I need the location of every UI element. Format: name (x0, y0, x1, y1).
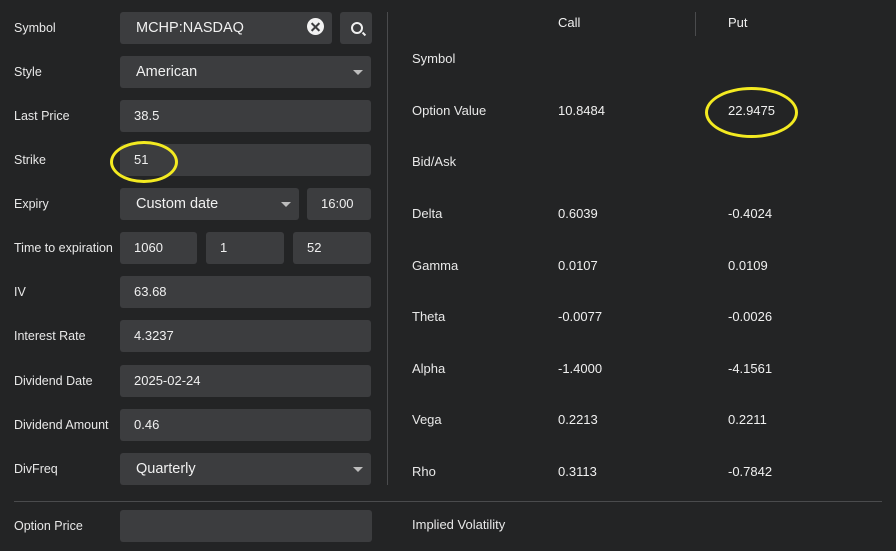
result-label-bid-ask: Bid/Ask (412, 154, 457, 169)
dividend-amount-row: Dividend Amount 0.46 (0, 409, 385, 441)
result-label-delta: Delta (412, 206, 443, 221)
vertical-divider (387, 12, 388, 485)
iv-input[interactable]: 63.68 (120, 276, 371, 308)
put-value-rho: -0.7842 (728, 464, 773, 479)
option-price-label: Option Price (14, 519, 83, 533)
result-label-symbol: Symbol (412, 51, 456, 66)
put-value-delta: -0.4024 (728, 206, 773, 221)
put-column-header: Put (728, 15, 748, 30)
expiry-time-input[interactable]: 16:00 (307, 188, 371, 220)
iv-row: IV 63.68 (0, 276, 385, 308)
horizontal-divider (14, 501, 882, 502)
call-value-option-value: 10.8484 (558, 103, 605, 118)
style-select[interactable]: American (120, 56, 371, 88)
iv-label: IV (14, 285, 26, 299)
interest-rate-label: Interest Rate (14, 329, 86, 343)
option-price-row: Option Price (0, 510, 385, 542)
clear-icon[interactable] (307, 18, 324, 35)
column-divider (695, 12, 696, 36)
expiry-value: Custom date (136, 196, 219, 212)
last-price-label: Last Price (14, 109, 70, 123)
put-value-vega: 0.2211 (728, 412, 767, 427)
dividend-date-input[interactable]: 2025-02-24 (120, 365, 371, 397)
expiry-label: Expiry (14, 197, 49, 211)
call-value-vega: 0.2213 (558, 412, 598, 427)
result-label-alpha: Alpha (412, 361, 446, 376)
call-value-delta: 0.6039 (558, 206, 598, 221)
result-label-rho: Rho (412, 464, 436, 479)
strike-label: Strike (14, 153, 46, 167)
div-freq-row: DivFreq Quarterly (0, 453, 385, 485)
dividend-amount-input[interactable]: 0.46 (120, 409, 371, 441)
minutes-input[interactable]: 52 (293, 232, 371, 264)
time-to-expiration-row: Time to expiration 1060 1 52 (0, 232, 385, 264)
last-price-input[interactable]: 38.5 (120, 100, 371, 132)
search-button[interactable] (340, 12, 372, 44)
last-price-row: Last Price 38.5 (0, 100, 385, 132)
symbol-input[interactable]: MCHP:NASDAQ (120, 12, 332, 44)
call-value-gamma: 0.0107 (558, 258, 598, 273)
style-value: American (136, 64, 198, 80)
strike-row: Strike 51 (0, 144, 385, 176)
call-value-rho: 0.3113 (558, 464, 597, 479)
call-column-header: Call (558, 15, 581, 30)
chevron-down-icon (353, 467, 363, 472)
expiry-select[interactable]: Custom date (120, 188, 299, 220)
call-value-alpha: -1.4000 (558, 361, 603, 376)
style-label: Style (14, 65, 42, 79)
result-label-theta: Theta (412, 309, 446, 324)
interest-rate-row: Interest Rate 4.3237 (0, 320, 385, 352)
symbol-label: Symbol (14, 21, 56, 35)
days-input[interactable]: 1060 (120, 232, 197, 264)
hours-input[interactable]: 1 (206, 232, 284, 264)
put-value-alpha: -4.1561 (728, 361, 773, 376)
option-price-input[interactable] (120, 510, 372, 542)
search-icon (351, 22, 363, 34)
result-label-option-value: Option Value (412, 103, 487, 118)
time-to-expiration-label: Time to expiration (14, 241, 113, 255)
dividend-amount-label: Dividend Amount (14, 418, 109, 432)
chevron-down-icon (281, 202, 291, 207)
div-freq-value: Quarterly (136, 461, 196, 477)
symbol-row: Symbol MCHP:NASDAQ (0, 12, 385, 44)
put-value-gamma: 0.0109 (728, 258, 768, 273)
call-value-theta: -0.0077 (558, 309, 603, 324)
dividend-date-label: Dividend Date (14, 374, 93, 388)
div-freq-select[interactable]: Quarterly (120, 453, 371, 485)
style-row: Style American (0, 56, 385, 88)
put-value-highlight-circle (705, 87, 798, 138)
result-label-vega: Vega (412, 412, 442, 427)
div-freq-label: DivFreq (14, 462, 58, 476)
chevron-down-icon (353, 70, 363, 75)
implied-volatility-label: Implied Volatility (412, 517, 506, 532)
strike-highlight-circle (110, 141, 178, 183)
result-label-gamma: Gamma (412, 258, 459, 273)
interest-rate-input[interactable]: 4.3237 (120, 320, 371, 352)
dividend-date-row: Dividend Date 2025-02-24 (0, 365, 385, 397)
expiry-row: Expiry Custom date 16:00 (0, 188, 385, 220)
put-value-theta: -0.0026 (728, 309, 773, 324)
